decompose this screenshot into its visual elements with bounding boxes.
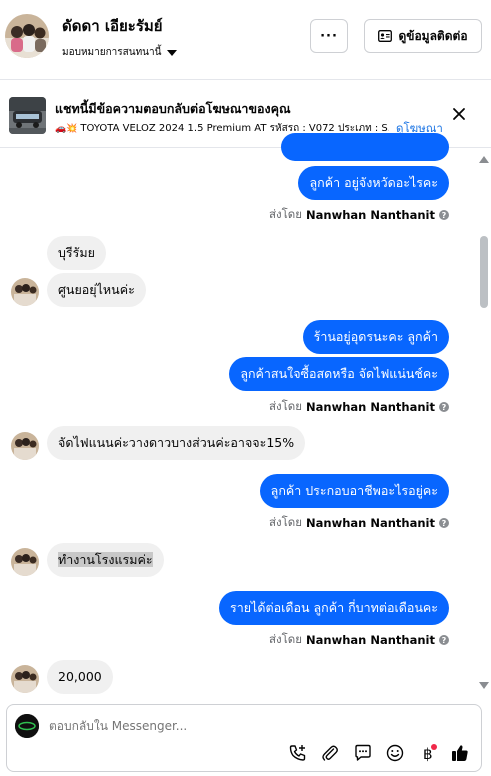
contact-avatar-small[interactable] [11, 278, 39, 306]
sent-by-label: ส่งโดย Nanwhan Nanthanit ? [269, 206, 449, 224]
agent-name: Nanwhan Nanthanit [306, 633, 435, 647]
message-bubble-outgoing[interactable]: ลูกค้า อยู่จังหวัดอะไรคะ [298, 166, 449, 200]
help-icon[interactable]: ? [439, 402, 449, 412]
emoji-icon[interactable] [385, 743, 405, 763]
car-emoji-icon: 🚗💥 [55, 123, 78, 134]
message-bubble-incoming[interactable]: จัดไฟแนนค่ะวางดาวบางส่วนค่ะอาจจะ15% [47, 426, 306, 460]
chevron-down-icon [167, 49, 178, 56]
message-bubble-incoming[interactable]: ศูนยอยุ่ไหนค่ะ [47, 273, 146, 307]
more-options-button[interactable]: ··· [310, 19, 348, 53]
agent-name: Nanwhan Nanthanit [306, 208, 435, 222]
message-bubble-incoming[interactable]: ทำงานโรงแรมค่ะ [47, 543, 164, 577]
contact-avatar-small[interactable] [11, 665, 39, 693]
help-icon[interactable]: ? [439, 518, 449, 528]
contact-avatar-small[interactable] [11, 432, 39, 460]
agent-name: Nanwhan Nanthanit [306, 516, 435, 530]
message-bubble-outgoing[interactable]: ลูกค้าสนใจซื้อสดหรือ จัดไฟแน่นช์คะ [229, 357, 449, 391]
message-bubble-outgoing-cropped [281, 133, 449, 161]
message-bubble-outgoing[interactable]: ลูกค้า ประกอบอาชีพอะไรอยู่คะ [259, 474, 449, 508]
scrollbar-thumb[interactable] [480, 236, 488, 308]
ad-thumbnail[interactable] [9, 97, 46, 134]
contact-avatar[interactable] [5, 14, 49, 58]
contact-card-icon [378, 30, 393, 42]
assign-label: มอบหมายการสนทนานี้ [62, 47, 162, 58]
notification-dot [431, 744, 437, 750]
sent-by-label: ส่งโดย Nanwhan Nanthanit ? [269, 631, 449, 649]
view-contact-info-button[interactable]: ดูข้อมูลติดต่อ [364, 19, 482, 53]
view-contact-info-label: ดูข้อมูลติดต่อ [398, 28, 468, 43]
agent-name: Nanwhan Nanthanit [306, 400, 435, 414]
page-avatar [15, 714, 39, 738]
message-bubble-outgoing[interactable]: ร้านอยู่อุดรนะคะ ลูกค้า [302, 320, 449, 354]
message-bubble-outgoing[interactable]: รายได้ต่อเดือน ลูกค้า กี่บาทต่อเดือนคะ [219, 591, 449, 625]
selected-text: ทำงานโรงแรมค่ะ [58, 552, 153, 567]
help-icon[interactable]: ? [439, 635, 449, 645]
scroll-down-arrow[interactable] [479, 682, 489, 689]
like-icon[interactable] [450, 743, 470, 763]
sent-by-prefix: ส่งโดย [268, 399, 303, 413]
reply-input[interactable] [49, 719, 349, 733]
sent-by-label: ส่งโดย Nanwhan Nanthanit ? [269, 514, 449, 532]
assign-conversation-dropdown[interactable]: มอบหมายการสนทนานี้ [62, 45, 178, 60]
sent-by-prefix: ส่งโดย [268, 515, 303, 529]
sent-by-prefix: ส่งโดย [268, 207, 303, 221]
message-composer [6, 704, 482, 772]
sent-by-prefix: ส่งโดย [268, 632, 303, 646]
baht-icon[interactable]: ฿ [418, 743, 438, 763]
sent-by-label: ส่งโดย Nanwhan Nanthanit ? [269, 398, 449, 416]
attachment-icon[interactable] [320, 743, 340, 763]
help-icon[interactable]: ? [439, 210, 449, 220]
close-icon[interactable] [451, 106, 467, 122]
chat-header: ดัดดา เอียะรัมย์ มอบหมายการสนทนานี้ ··· … [0, 0, 491, 80]
ad-banner-title: แชทนี้มีข้อความตอบกลับต่อโฆษณาของคุณ [55, 101, 291, 116]
message-bubble-incoming[interactable]: บุรีรัมย [47, 236, 106, 270]
contact-name[interactable]: ดัดดา เอียะรัมย์ [62, 14, 163, 38]
call-add-icon[interactable] [288, 743, 308, 763]
scroll-up-arrow[interactable] [479, 156, 489, 163]
contact-avatar-small[interactable] [11, 548, 39, 576]
more-icon: ··· [320, 28, 338, 44]
saved-reply-icon[interactable] [353, 743, 373, 763]
message-bubble-incoming[interactable]: 20,000 [47, 660, 113, 694]
